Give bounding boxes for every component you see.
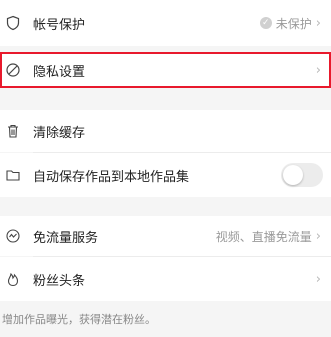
fans-headline-arrow: ›	[316, 272, 321, 287]
free-data-row[interactable]: 免流量服务 视频、直播免流量 ›	[0, 216, 331, 256]
account-protection-status-text: 未保护	[275, 16, 312, 31]
account-protection-status: ✓ 未保护 ›	[259, 15, 321, 32]
auto-save-row: 自动保存作品到本地作品集	[0, 153, 331, 197]
free-data-label: 免流量服务	[33, 230, 99, 246]
chevron-right-icon: ›	[315, 228, 321, 244]
footer-note: 增加作品曝光，获得潜在粉丝。	[2, 313, 156, 326]
privacy-settings-label: 隐私设置	[33, 64, 86, 80]
chevron-right-icon: ›	[315, 15, 321, 31]
account-protection-row[interactable]: 帐号保护 ✓ 未保护 ›	[0, 0, 331, 46]
check-icon: ✓	[259, 17, 272, 29]
privacy-settings-row[interactable]: 隐私设置 ›	[0, 52, 331, 88]
chevron-right-icon: ›	[315, 271, 321, 287]
privacy-icon	[4, 61, 22, 79]
clear-cache-label: 清除缓存	[33, 125, 86, 141]
fans-headline-row[interactable]: 粉丝头条 ›	[0, 257, 331, 301]
free-data-value: 视频、直播免流量	[215, 229, 312, 244]
account-protection-label: 帐号保护	[33, 17, 86, 33]
auto-save-label: 自动保存作品到本地作品集	[33, 169, 190, 185]
toggle-knob	[283, 165, 303, 185]
trash-icon	[4, 122, 22, 140]
fans-headline-label: 粉丝头条	[33, 273, 86, 289]
chevron-right-icon: ›	[315, 62, 321, 78]
folder-icon	[4, 166, 22, 184]
clear-cache-row[interactable]: 清除缓存	[0, 110, 331, 152]
settings-screen: 帐号保护 ✓ 未保护 › 隐私设置 › 清除缓存 自动保存作品到本地作品集 免流…	[0, 0, 331, 337]
pulse-icon	[4, 227, 22, 245]
auto-save-toggle[interactable]	[281, 163, 323, 187]
privacy-settings-arrow: ›	[316, 63, 321, 78]
shield-icon	[4, 14, 22, 32]
flame-icon	[4, 270, 22, 288]
free-data-value-group: 视频、直播免流量 ›	[216, 228, 321, 245]
